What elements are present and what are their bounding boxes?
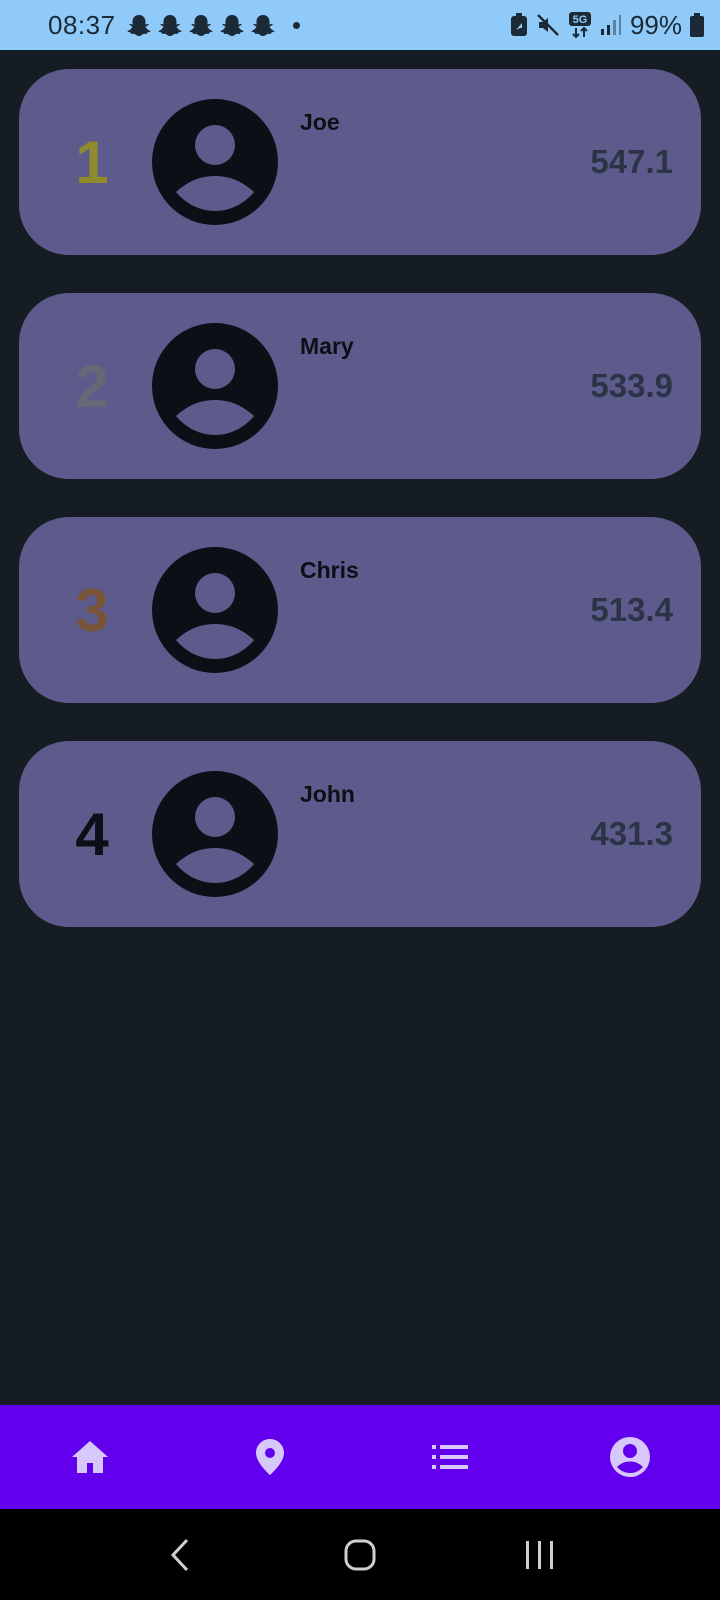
leaderboard-list: 1 Joe 547.1 2 Mary 533.9 3 Chris 513.4 4… <box>19 69 701 965</box>
bottom-nav <box>0 1405 720 1509</box>
status-right: 5G 99% <box>510 10 704 41</box>
data-saver-icon <box>510 13 527 36</box>
leaderboard-card[interactable]: 1 Joe 547.1 <box>19 69 701 255</box>
player-score: 431.3 <box>590 815 673 852</box>
snapchat-icon <box>251 15 274 36</box>
player-score: 547.1 <box>590 143 673 180</box>
rank-number: 4 <box>75 800 109 868</box>
mute-icon <box>537 14 559 36</box>
snapchat-icon <box>127 15 150 36</box>
status-time: 08:37 <box>48 9 116 40</box>
signal-icon <box>600 15 621 35</box>
avatar-icon <box>152 323 278 449</box>
status-bar: 08:37 5G 99% <box>0 0 720 50</box>
player-score: 513.4 <box>590 591 673 628</box>
list-icon <box>432 1445 468 1469</box>
home-circle-icon <box>344 1539 376 1570</box>
battery-percent: 99% <box>629 9 682 40</box>
avatar-icon <box>152 771 278 897</box>
system-nav <box>0 1509 720 1600</box>
location-icon <box>256 1439 284 1475</box>
rank-number: 2 <box>75 352 109 420</box>
system-home-button[interactable] <box>320 1525 400 1585</box>
account-icon <box>610 1437 650 1477</box>
notification-icons <box>126 13 300 37</box>
recents-icon <box>526 1540 553 1569</box>
player-name: Chris <box>300 557 359 583</box>
player-name: Joe <box>300 109 340 135</box>
snapchat-icon <box>220 15 243 36</box>
more-notifications-dot <box>292 21 300 29</box>
nav-home[interactable] <box>0 1405 180 1509</box>
leaderboard-card[interactable]: 4 John 431.3 <box>19 741 701 927</box>
player-name: John <box>300 781 355 807</box>
snapchat-icon <box>189 15 212 36</box>
rank-number: 1 <box>75 128 109 196</box>
leaderboard-card[interactable]: 3 Chris 513.4 <box>19 517 701 703</box>
nav-account[interactable] <box>540 1405 720 1509</box>
system-back-button[interactable] <box>140 1525 220 1585</box>
home-icon <box>72 1441 108 1473</box>
network-label: 5G <box>573 14 588 26</box>
nav-location[interactable] <box>180 1405 360 1509</box>
avatar-icon <box>152 99 278 225</box>
leaderboard-card[interactable]: 2 Mary 533.9 <box>19 293 701 479</box>
snapchat-icon <box>158 15 181 36</box>
battery-icon <box>690 13 704 37</box>
back-icon <box>170 1538 189 1571</box>
player-score: 533.9 <box>590 367 673 404</box>
rank-number: 3 <box>75 576 109 644</box>
player-name: Mary <box>300 333 354 359</box>
nav-list[interactable] <box>360 1405 540 1509</box>
avatar-icon <box>152 547 278 673</box>
network-5g-icon: 5G <box>568 12 591 39</box>
system-recents-button[interactable] <box>500 1525 580 1585</box>
